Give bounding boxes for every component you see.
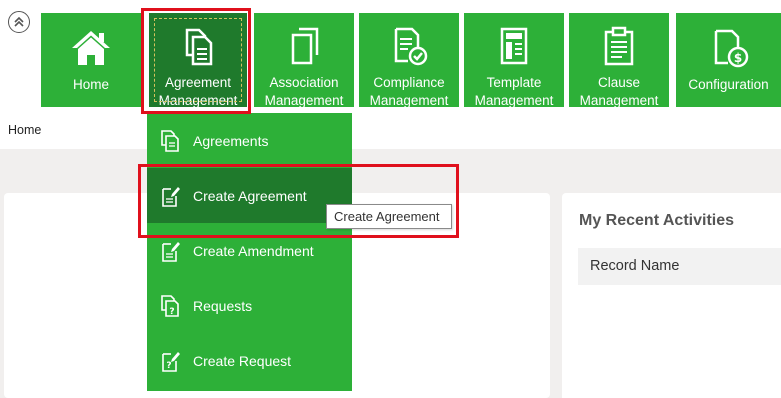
ribbon-compliance-label-line1: Compliance <box>373 75 445 90</box>
ribbon-agreement-label-line2: Management <box>158 93 238 108</box>
association-documents-icon <box>291 27 319 65</box>
home-icon <box>72 31 110 65</box>
menu-item-create-request-label: Create Request <box>193 352 292 369</box>
template-icon <box>500 27 528 65</box>
record-name-column-header[interactable]: Record Name <box>578 248 781 285</box>
ribbon-clause-label-line1: Clause <box>597 75 641 90</box>
ribbon-clause-management[interactable]: Clause Management <box>569 13 669 108</box>
svg-text:?: ? <box>166 361 171 371</box>
svg-text:$: $ <box>733 51 741 65</box>
menu-item-requests-label: Requests <box>193 297 253 314</box>
double-chevron-up-icon <box>14 16 24 27</box>
clipboard-icon <box>604 26 634 66</box>
menu-item-agreements[interactable]: Agreements <box>147 113 352 168</box>
ribbon-home[interactable]: Home <box>41 13 141 107</box>
ribbon-config-label: Configuration <box>688 77 769 92</box>
compliance-check-icon <box>394 27 428 66</box>
svg-text:?: ? <box>169 307 174 317</box>
recent-activities-panel: My Recent Activities Record Name <box>562 193 781 398</box>
ribbon-association-label-line2: Management <box>264 93 344 108</box>
create-request-icon: ? <box>162 351 180 372</box>
requests-icon: ? <box>161 294 179 317</box>
ribbon-template-label-line1: Template <box>486 75 542 90</box>
menu-item-create-request[interactable]: ? Create Request <box>147 333 352 388</box>
create-amendment-icon <box>162 241 180 262</box>
ribbon-association-management[interactable]: Association Management <box>254 13 354 108</box>
create-agreement-tooltip: Create Agreement <box>326 204 452 229</box>
menu-item-create-amendment[interactable]: Create Amendment <box>147 223 352 278</box>
create-agreement-icon <box>162 186 180 207</box>
agreements-icon <box>161 129 179 152</box>
ribbon-home-label: Home <box>72 77 109 92</box>
configuration-cost-icon: $ <box>714 29 748 68</box>
agreement-documents-icon <box>185 28 213 66</box>
ribbon-agreement-label-line1: Agreement <box>164 75 232 90</box>
recent-activities-title: My Recent Activities <box>579 212 735 229</box>
ribbon-template-management[interactable]: Template Management <box>464 13 564 108</box>
menu-item-create-agreement-label: Create Agreement <box>193 187 307 204</box>
menu-item-create-agreement[interactable]: Create Agreement <box>147 168 352 223</box>
ribbon-compliance-management[interactable]: Compliance Management <box>359 13 459 108</box>
menu-item-agreements-label: Agreements <box>193 132 269 149</box>
agreement-management-dropdown: Agreements Create Agreement Create Amend <box>147 113 352 391</box>
ribbon-agreement-management[interactable]: Agreement Management <box>149 13 247 108</box>
ribbon-association-label-line1: Association <box>269 75 339 90</box>
breadcrumb[interactable]: Home <box>8 123 41 137</box>
ribbon-clause-label-line2: Management <box>579 93 659 108</box>
ribbon-compliance-label-line2: Management <box>369 93 449 108</box>
ribbon-template-label-line2: Management <box>474 93 554 108</box>
collapse-ribbon-button[interactable] <box>8 11 30 33</box>
ribbon-configuration[interactable]: $ Configuration <box>676 13 781 107</box>
menu-item-requests[interactable]: ? Requests <box>147 278 352 333</box>
menu-item-create-amendment-label: Create Amendment <box>193 242 314 259</box>
